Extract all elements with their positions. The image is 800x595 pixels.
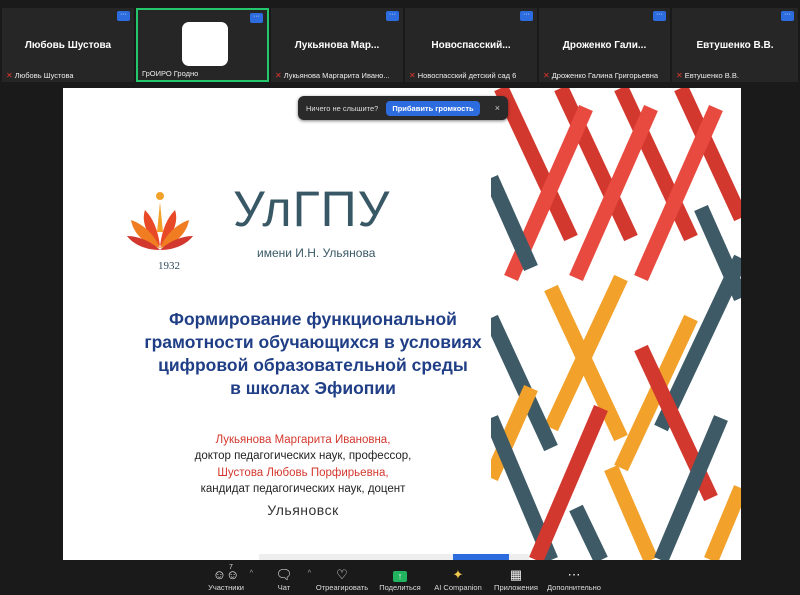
avatar <box>182 22 228 66</box>
mic-off-icon: ✕ <box>6 71 13 80</box>
ellipsis-icon[interactable]: ··· <box>250 13 263 23</box>
caret-up-icon[interactable]: ^ <box>308 570 311 577</box>
heart-icon: ♡ <box>336 567 348 582</box>
logo-year: 1932 <box>158 260 180 272</box>
react-button[interactable]: ♡ Отреагировать <box>313 564 371 595</box>
lotus-logo-icon <box>127 192 193 250</box>
slide-title-line: цифровой образовательной среды <box>158 355 468 376</box>
slide-city: Ульяновск <box>267 502 339 518</box>
mic-off-icon: ✕ <box>676 71 683 80</box>
author-degree: доктор педагогических наук, профессор, <box>194 450 412 463</box>
audio-prompt: Ничего не слышите? Прибавить громкость × <box>298 96 508 120</box>
author-degree: кандидат педагогических наук, доцент <box>200 482 406 495</box>
more-icon: ⋯ <box>567 567 581 582</box>
meeting-toolbar: ☺☺ 7 ^ Участники 🗨 ^ Чат ♡ Отреагировать… <box>0 564 800 595</box>
author-name: Шустова Любовь Порфирьевна, <box>217 466 389 479</box>
apps-button[interactable]: ▦ Приложения <box>487 564 545 595</box>
participant-footer-name: ГрОИРО Гродно <box>142 69 199 78</box>
participant-tile[interactable]: ··· Любовь Шустова ✕ Любовь Шустова <box>2 8 134 82</box>
participant-footer-name: Евтушенко В.В. <box>684 71 739 80</box>
author-name: Лукьянова Маргарита Ивановна, <box>215 434 391 446</box>
toolbar-label: AI Companion <box>434 583 482 592</box>
toolbar-label: Отреагировать <box>315 583 369 592</box>
ai-companion-button[interactable]: ✦ AI Companion <box>429 564 487 595</box>
participant-name: Новоспасский... <box>431 40 511 51</box>
share-button[interactable]: ↑ Поделиться <box>371 564 429 595</box>
participant-footer: ✕ Дроженко Галина Григорьевна <box>543 71 658 80</box>
slide-title-line: грамотности обучающихся в условиях <box>144 332 482 353</box>
participant-footer-name: Новоспасский детский сад 6 <box>417 71 517 80</box>
participant-footer-name: Любовь Шустова <box>14 71 74 80</box>
slide-notification-bar <box>259 554 529 560</box>
participant-footer: ✕ Новоспасский детский сад 6 <box>409 71 516 80</box>
participants-count: 7 <box>229 564 233 571</box>
toolbar-label: Дополнительно <box>547 583 601 592</box>
toolbar-label: Приложения <box>494 583 538 592</box>
sparkle-icon: ✦ <box>452 567 464 582</box>
participant-footer-name: Лукьянова Маргарита Ивано... <box>283 71 390 80</box>
audio-prompt-question: Ничего не слышите? <box>306 103 379 113</box>
slide-title-line: Формирование функциональной <box>169 309 457 329</box>
share-icon-wrap: ↑ <box>371 567 429 583</box>
participant-tile[interactable]: ··· Дроженко Гали... ✕ Дроженко Галина Гр… <box>539 8 670 82</box>
participant-name: Дроженко Гали... <box>562 40 647 51</box>
ellipsis-icon[interactable]: ··· <box>117 11 130 21</box>
mic-off-icon: ✕ <box>543 71 550 80</box>
participant-tile[interactable]: ··· Новоспасский... ✕ Новоспасский детски… <box>405 8 537 82</box>
participant-footer: ✕ Евтушенко В.В. <box>676 71 739 80</box>
decorative-pattern <box>491 88 741 560</box>
toolbar-label: Участники <box>208 583 244 592</box>
participant-footer: ГрОИРО Гродно <box>142 69 198 78</box>
chat-button[interactable]: 🗨 ^ Чат <box>255 564 313 595</box>
chat-icon: 🗨 <box>275 567 293 582</box>
toolbar-label: Поделиться <box>379 583 421 592</box>
caret-up-icon[interactable]: ^ <box>250 570 253 577</box>
close-icon[interactable]: × <box>495 103 500 113</box>
ellipsis-icon[interactable]: ··· <box>520 11 533 21</box>
increase-volume-button[interactable]: Прибавить громкость <box>386 100 480 116</box>
slide-authors: Лукьянова Маргарита Ивановна, доктор пед… <box>153 432 453 497</box>
toolbar-label: Чат <box>277 583 291 592</box>
logo-text: УлГПУ <box>233 181 391 237</box>
ellipsis-icon[interactable]: ··· <box>653 11 666 21</box>
participant-tile[interactable]: ··· Лукьянова Мар... ✕ Лукьянова Маргарит… <box>271 8 403 82</box>
ellipsis-icon[interactable]: ··· <box>781 11 794 21</box>
logo-subtitle: имени И.Н. Ульянова <box>257 246 376 260</box>
participant-footer-name: Дроженко Галина Григорьевна <box>551 71 659 80</box>
participant-name: Евтушенко В.В. <box>696 40 774 51</box>
presentation-slide: 1932 УлГПУ имени И.Н. Ульянова Формирова… <box>63 88 741 560</box>
mic-off-icon: ✕ <box>275 71 282 80</box>
participant-name: Любовь Шустова <box>24 40 112 51</box>
slide-title: Формирование функциональной грамотности … <box>93 308 533 400</box>
notification-button[interactable] <box>453 554 509 560</box>
apps-icon: ▦ <box>509 567 523 582</box>
participant-tile-active[interactable]: ··· ГрОИРО Гродно <box>136 8 269 82</box>
participant-strip: ··· Любовь Шустова ✕ Любовь Шустова ··· Г… <box>0 0 800 84</box>
slide-title-line: в школах Эфиопии <box>230 378 396 399</box>
participants-icon: ☺☺ <box>212 567 240 582</box>
share-icon: ↑ <box>393 571 407 582</box>
participant-footer: ✕ Лукьянова Маргарита Ивано... <box>275 71 390 80</box>
participant-footer: ✕ Любовь Шустова <box>6 71 74 80</box>
participant-tile[interactable]: ··· Евтушенко В.В. ✕ Евтушенко В.В. <box>672 8 798 82</box>
mic-off-icon: ✕ <box>409 71 416 80</box>
shared-screen-stage: 1932 УлГПУ имени И.Н. Ульянова Формирова… <box>0 84 800 564</box>
ellipsis-icon[interactable]: ··· <box>386 11 399 21</box>
participants-button[interactable]: ☺☺ 7 ^ Участники <box>197 564 255 595</box>
participant-name: Лукьянова Мар... <box>294 40 380 51</box>
more-button[interactable]: ⋯ Дополнительно <box>545 564 603 595</box>
